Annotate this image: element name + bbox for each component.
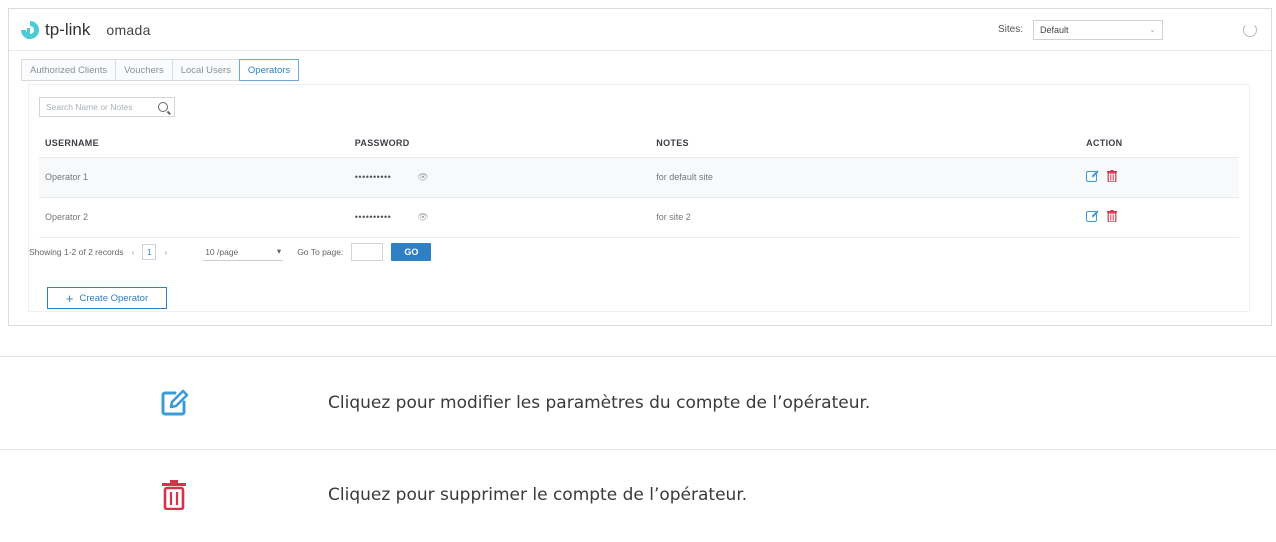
- header-username: USERNAME: [39, 129, 355, 158]
- prev-page-icon[interactable]: ‹: [132, 247, 135, 257]
- plus-icon: +: [65, 290, 74, 306]
- goto-page-input[interactable]: [351, 243, 384, 261]
- show-password-icon[interactable]: 👁: [417, 212, 428, 222]
- legend-icon-cell: [0, 480, 328, 510]
- pagination: Showing 1-2 of 2 records ‹ 1 › 10 /page …: [29, 243, 432, 261]
- tab-local-users[interactable]: Local Users: [171, 59, 239, 81]
- per-page-value: 10 /page: [205, 246, 239, 257]
- per-page-select[interactable]: 10 /page ▾: [203, 243, 284, 261]
- edit-icon[interactable]: [1086, 210, 1098, 222]
- create-operator-button[interactable]: + Create Operator: [47, 287, 167, 309]
- goto-label: Go To page:: [297, 247, 344, 257]
- show-password-icon[interactable]: 👁: [417, 172, 428, 182]
- trash-icon[interactable]: [1107, 210, 1118, 223]
- top-bar: tp-link omada Sites: Default ⌄: [9, 9, 1271, 51]
- username-cell: Operator 2: [39, 197, 355, 238]
- table-row: Operator 2 •••••••••• 👁 for site 2: [39, 197, 1239, 238]
- operators-table: USERNAME PASSWORD NOTES ACTION Operator …: [39, 129, 1239, 238]
- sites-label: Sites:: [997, 24, 1023, 35]
- site-selector: Sites: Default ⌄: [997, 19, 1261, 40]
- chevron-down-icon: ⌄: [1149, 25, 1156, 34]
- icon-legend: Cliquez pour modifier les paramètres du …: [0, 356, 1276, 540]
- tp-link-logo-icon: [21, 20, 39, 39]
- page-number[interactable]: 1: [142, 244, 157, 260]
- header-action: ACTION: [1086, 129, 1239, 158]
- tab-vouchers[interactable]: Vouchers: [115, 59, 172, 81]
- refresh-icon[interactable]: [1243, 22, 1257, 37]
- password-value: ••••••••••: [354, 211, 392, 222]
- go-button[interactable]: GO: [391, 243, 432, 261]
- action-cell: [1086, 157, 1239, 198]
- next-page-icon[interactable]: ›: [164, 247, 167, 257]
- search-icon[interactable]: [158, 102, 168, 112]
- chevron-down-icon: ▾: [276, 246, 282, 256]
- action-cell: [1086, 197, 1239, 238]
- trash-icon[interactable]: [1107, 170, 1118, 183]
- operators-panel: Search Name or Notes USERNAME PASSWORD N…: [28, 84, 1250, 312]
- password-cell: •••••••••• 👁: [354, 157, 657, 198]
- tab-operators[interactable]: Operators: [238, 59, 300, 81]
- search-placeholder: Search Name or Notes: [46, 102, 133, 112]
- legend-row-delete: Cliquez pour supprimer le compte de l’op…: [0, 450, 1276, 540]
- legend-text-edit: Cliquez pour modifier les paramètres du …: [328, 393, 871, 413]
- edit-icon[interactable]: [1086, 170, 1098, 182]
- notes-cell: for default site: [656, 157, 1087, 198]
- search-input[interactable]: Search Name or Notes: [39, 97, 175, 117]
- legend-text-delete: Cliquez pour supprimer le compte de l’op…: [328, 485, 748, 505]
- trash-icon: [162, 480, 186, 510]
- header-password: PASSWORD: [354, 129, 657, 158]
- table-row: Operator 1 •••••••••• 👁 for default site: [39, 157, 1239, 198]
- password-cell: •••••••••• 👁: [354, 197, 657, 238]
- table-header-row: USERNAME PASSWORD NOTES ACTION: [39, 129, 1239, 158]
- tab-bar: Authorized Clients Vouchers Local Users …: [21, 59, 1271, 81]
- sites-dropdown[interactable]: Default ⌄: [1033, 19, 1163, 40]
- password-value: ••••••••••: [354, 171, 392, 182]
- tab-authorized-clients[interactable]: Authorized Clients: [21, 59, 116, 81]
- header-notes: NOTES: [656, 129, 1087, 158]
- records-summary: Showing 1-2 of 2 records: [29, 247, 124, 257]
- brand-name: tp-link: [45, 19, 91, 39]
- legend-row-edit: Cliquez pour modifier les paramètres du …: [0, 357, 1276, 449]
- notes-cell: for site 2: [656, 197, 1087, 238]
- legend-icon-cell: [0, 388, 328, 418]
- sites-value: Default: [1040, 24, 1069, 35]
- edit-icon: [161, 389, 189, 416]
- tp-link-logo: tp-link omada: [19, 19, 151, 41]
- product-name: omada: [106, 21, 151, 38]
- create-operator-label: Create Operator: [79, 292, 149, 304]
- username-cell: Operator 1: [39, 157, 355, 198]
